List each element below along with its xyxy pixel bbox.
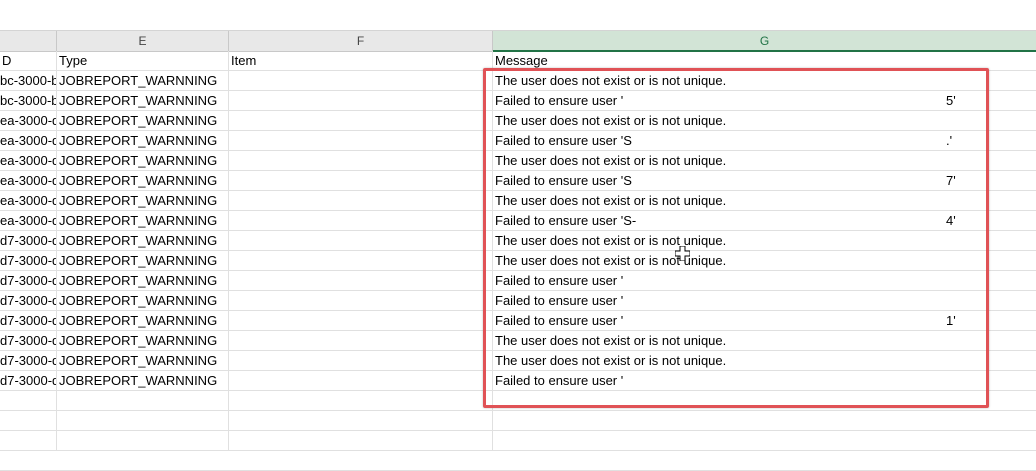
cell-d[interactable]: ea-3000-d7 bbox=[0, 111, 56, 130]
selection-highlight-box bbox=[483, 68, 989, 408]
cell-cursor-icon bbox=[675, 246, 690, 261]
cell-d[interactable]: d7-3000-d bbox=[0, 311, 56, 330]
cell-item[interactable] bbox=[229, 371, 492, 390]
cell-type[interactable]: JOBREPORT_WARNNING bbox=[57, 371, 228, 390]
cell-d[interactable]: bc-3000-b bbox=[0, 91, 56, 110]
cell-item[interactable] bbox=[229, 131, 492, 150]
cell-item[interactable] bbox=[229, 231, 492, 250]
empty-row bbox=[0, 451, 1036, 471]
cell-item[interactable] bbox=[229, 171, 492, 190]
cell-d[interactable]: d7-3000-d bbox=[0, 231, 56, 250]
cell-item[interactable] bbox=[229, 71, 492, 90]
cell-type[interactable]: JOBREPORT_WARNNING bbox=[57, 91, 228, 110]
empty-row bbox=[0, 431, 1036, 451]
cell-item[interactable] bbox=[229, 351, 492, 370]
cell-d[interactable]: d7-3000-d bbox=[0, 291, 56, 310]
cell-d[interactable]: ea-3000-d7 bbox=[0, 171, 56, 190]
cell-item[interactable] bbox=[229, 211, 492, 230]
cell-d[interactable]: d7-3000-d bbox=[0, 371, 56, 390]
header-cell-d[interactable]: D bbox=[0, 51, 56, 70]
column-header-f[interactable]: F bbox=[229, 31, 493, 51]
ribbon-area-bottom bbox=[0, 0, 1036, 20]
cell-type[interactable]: JOBREPORT_WARNNING bbox=[57, 331, 228, 350]
cell-type[interactable]: JOBREPORT_WARNNING bbox=[57, 251, 228, 270]
empty-row bbox=[0, 411, 1036, 431]
cell-item[interactable] bbox=[229, 271, 492, 290]
cell-item[interactable] bbox=[229, 91, 492, 110]
cell-d[interactable]: ea-3000-d7 bbox=[0, 151, 56, 170]
cell-type[interactable]: JOBREPORT_WARNNING bbox=[57, 151, 228, 170]
cell-type[interactable]: JOBREPORT_WARNNING bbox=[57, 191, 228, 210]
cell-item[interactable] bbox=[229, 151, 492, 170]
header-cell-item[interactable]: Item bbox=[229, 51, 492, 70]
cell-type[interactable]: JOBREPORT_WARNNING bbox=[57, 351, 228, 370]
column-header-e[interactable]: E bbox=[57, 31, 229, 51]
header-cell-type[interactable]: Type bbox=[57, 51, 228, 70]
cell-type[interactable]: JOBREPORT_WARNNING bbox=[57, 211, 228, 230]
column-header-d[interactable] bbox=[0, 31, 57, 51]
cell-item[interactable] bbox=[229, 191, 492, 210]
cell-item[interactable] bbox=[229, 251, 492, 270]
cell-d[interactable]: ea-3000-d7 bbox=[0, 211, 56, 230]
cell-type[interactable]: JOBREPORT_WARNNING bbox=[57, 171, 228, 190]
cell-type[interactable]: JOBREPORT_WARNNING bbox=[57, 291, 228, 310]
cell-d[interactable]: bc-3000-b bbox=[0, 71, 56, 90]
cell-item[interactable] bbox=[229, 311, 492, 330]
cell-d[interactable]: ea-3000-d7 bbox=[0, 131, 56, 150]
cell-type[interactable]: JOBREPORT_WARNNING bbox=[57, 131, 228, 150]
cell-d[interactable]: ea-3000-d7 bbox=[0, 191, 56, 210]
cell-type[interactable]: JOBREPORT_WARNNING bbox=[57, 71, 228, 90]
column-header-row: E F G bbox=[0, 30, 1036, 52]
cell-type[interactable]: JOBREPORT_WARNNING bbox=[57, 231, 228, 250]
cell-d[interactable]: d7-3000-d bbox=[0, 271, 56, 290]
cell-d[interactable]: d7-3000-d bbox=[0, 251, 56, 270]
cell-type[interactable]: JOBREPORT_WARNNING bbox=[57, 111, 228, 130]
cell-type[interactable]: JOBREPORT_WARNNING bbox=[57, 271, 228, 290]
cell-item[interactable] bbox=[229, 291, 492, 310]
cell-item[interactable] bbox=[229, 331, 492, 350]
cell-d[interactable]: d7-3000-d bbox=[0, 351, 56, 370]
cell-type[interactable]: JOBREPORT_WARNNING bbox=[57, 311, 228, 330]
cell-item[interactable] bbox=[229, 111, 492, 130]
column-header-g[interactable]: G bbox=[493, 31, 1036, 52]
cell-d[interactable]: d7-3000-d bbox=[0, 331, 56, 350]
